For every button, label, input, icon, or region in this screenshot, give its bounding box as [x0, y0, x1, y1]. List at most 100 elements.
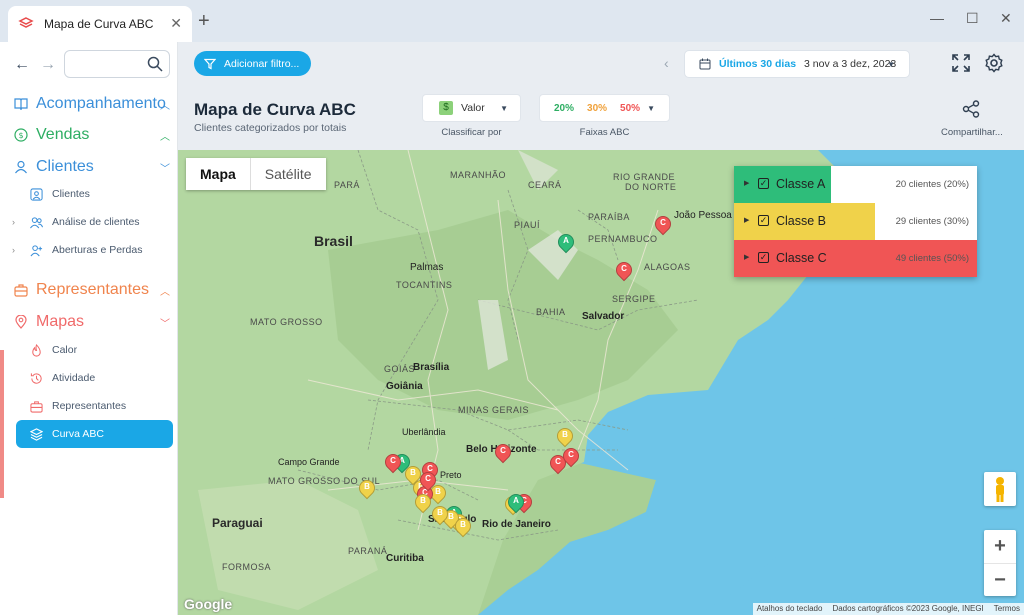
sort-by-select[interactable]: $ Valor ▼	[422, 94, 521, 122]
sidebar-item-aberturas[interactable]: › Aberturas e Perdas	[0, 239, 178, 261]
map-view[interactable]: Mapa Satélite Brasil Paraguai PARÁ MARAN…	[178, 150, 1024, 615]
marker-class-label: C	[621, 264, 627, 273]
legend-row-b[interactable]: ▶ ✓ Classe B 29 clientes (30%)	[734, 203, 977, 240]
new-tab-icon[interactable]: +	[198, 10, 210, 33]
tab-title: Mapa de Curva ABC	[44, 17, 154, 31]
previous-period-icon[interactable]: ‹	[664, 55, 669, 71]
forward-arrow-icon[interactable]: →	[40, 56, 56, 74]
sidebar-item-label: Análise de clientes	[52, 216, 140, 228]
legend-row-c[interactable]: ▶ ✓ Classe C 49 clientes (50%)	[734, 240, 977, 277]
client-marker-b[interactable]: B	[451, 514, 475, 538]
street-view-pegman-icon[interactable]	[984, 472, 1016, 506]
map-label: PIAUÍ	[514, 220, 541, 230]
svg-text:$: $	[18, 131, 23, 140]
section-mapas[interactable]: Mapas ﹀	[0, 310, 178, 334]
minimize-icon[interactable]: —	[930, 10, 944, 26]
map-type-map-button[interactable]: Mapa	[186, 158, 250, 190]
date-range-label: 3 nov a 3 dez, 2023	[804, 58, 897, 70]
back-arrow-icon[interactable]: ←	[14, 56, 30, 74]
band-a-value: 20%	[554, 102, 575, 114]
date-range-select[interactable]: Últimos 30 dias 3 nov a 3 dez, 2023 ▼	[684, 50, 910, 78]
page-subtitle: Clientes categorizados por totais	[194, 122, 347, 134]
map-label: RIO GRANDE	[613, 172, 676, 182]
map-label: Brasília	[413, 362, 450, 373]
legend-count: 49 clientes (50%)	[895, 253, 969, 264]
client-marker-b[interactable]: B	[355, 476, 379, 500]
client-marker-c[interactable]: C	[651, 212, 675, 236]
marker-class-label: A	[563, 236, 569, 245]
sidebar: ← → Acompanhamento ︿ $ Vendas ︿ Clientes…	[0, 42, 178, 615]
map-label: SERGIPE	[612, 294, 656, 304]
section-representantes[interactable]: Representantes ︿	[0, 278, 178, 302]
caret-right-icon: ▶	[744, 254, 750, 261]
maximize-icon[interactable]: ☐	[966, 10, 979, 27]
client-marker-c[interactable]: C	[416, 468, 440, 492]
client-marker-c[interactable]: C	[381, 450, 405, 474]
section-clientes[interactable]: Clientes ﹀	[0, 155, 178, 179]
sidebar-item-curva-abc[interactable]: Curva ABC	[16, 420, 173, 448]
section-label: Clientes	[36, 158, 94, 175]
sidebar-item-analise[interactable]: › Análise de clientes	[0, 211, 178, 233]
marker-class-label: C	[390, 456, 396, 465]
chevron-up-icon: ︿	[160, 287, 170, 298]
close-window-icon[interactable]: ✕	[1000, 10, 1012, 27]
section-acompanhamento[interactable]: Acompanhamento ︿	[0, 92, 178, 116]
map-label: Brasil	[314, 233, 353, 249]
keyboard-shortcuts-link[interactable]: Atalhos do teclado	[757, 603, 823, 615]
gear-icon[interactable]	[984, 53, 1004, 73]
caret-right-icon: ▶	[744, 217, 750, 224]
checkbox-checked-icon[interactable]: ✓	[758, 252, 769, 263]
book-icon	[14, 98, 28, 111]
sidebar-item-calor[interactable]: Calor	[0, 339, 178, 361]
sidebar-item-clientes[interactable]: Clientes	[0, 183, 178, 205]
client-marker-b[interactable]: B	[428, 502, 452, 526]
client-marker-b[interactable]: B	[411, 490, 435, 514]
share-icon	[962, 100, 980, 118]
band-b-value: 30%	[587, 102, 608, 114]
map-label: Preto	[440, 470, 462, 480]
abc-bands-select[interactable]: 20% 30% 50% ▼	[539, 94, 670, 122]
section-vendas[interactable]: $ Vendas ︿	[0, 123, 178, 147]
share-button[interactable]: Compartilhar...	[941, 100, 1003, 138]
google-logo: Google	[184, 596, 233, 612]
marker-class-label: B	[364, 482, 370, 491]
section-label: Vendas	[36, 126, 90, 143]
client-marker-c[interactable]: C	[612, 258, 636, 282]
marker-class-label: B	[562, 430, 568, 439]
zoom-in-button[interactable]: +	[984, 530, 1016, 563]
client-marker-a[interactable]: A	[554, 230, 578, 254]
client-marker-c[interactable]: C	[559, 444, 583, 468]
map-label: Uberlândia	[402, 427, 446, 437]
sort-by-caption: Classificar por	[441, 127, 502, 138]
sidebar-item-atividade[interactable]: Atividade	[0, 367, 178, 389]
legend-row-a[interactable]: ▶ ✓ Classe A 20 clientes (20%)	[734, 166, 977, 203]
close-tab-icon[interactable]: ✕	[170, 15, 182, 32]
user-plus-icon	[30, 244, 43, 256]
map-label: Goiânia	[386, 381, 423, 392]
browser-tab[interactable]: Mapa de Curva ABC ✕	[8, 6, 192, 42]
date-preset-label: Últimos 30 dias	[719, 58, 797, 70]
client-marker-b[interactable]: B	[553, 424, 577, 448]
client-marker-c[interactable]: C	[491, 440, 515, 464]
map-label: BAHIA	[536, 307, 566, 317]
search-icon	[147, 56, 163, 72]
fullscreen-icon[interactable]	[951, 53, 971, 73]
search-input[interactable]	[64, 50, 170, 78]
client-marker-a[interactable]: A	[504, 490, 528, 514]
sidebar-item-label: Calor	[52, 344, 78, 356]
sidebar-item-representantes[interactable]: Representantes	[0, 395, 178, 417]
legend-count: 20 clientes (20%)	[895, 179, 969, 190]
marker-class-label: B	[437, 508, 443, 517]
checkbox-checked-icon[interactable]: ✓	[758, 178, 769, 189]
checkbox-checked-icon[interactable]: ✓	[758, 215, 769, 226]
map-label: CEARÁ	[528, 180, 562, 190]
band-c-value: 50%	[620, 102, 641, 114]
add-filter-button[interactable]: Adicionar filtro...	[194, 51, 311, 76]
zoom-out-button[interactable]: −	[984, 563, 1016, 596]
map-label: MINAS GERAIS	[458, 405, 530, 415]
map-type-satellite-button[interactable]: Satélite	[249, 158, 326, 190]
chevron-down-icon: ﹀	[160, 164, 170, 175]
dollar-circle-icon: $	[14, 128, 28, 142]
terms-link[interactable]: Termos	[994, 603, 1020, 615]
chevron-down-icon: ﹀	[160, 319, 170, 330]
